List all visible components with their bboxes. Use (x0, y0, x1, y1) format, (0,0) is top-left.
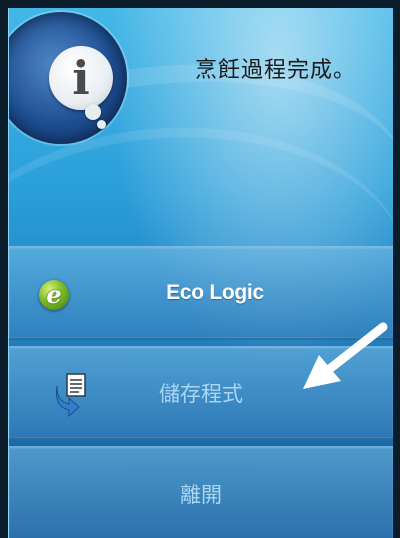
status-message: 烹飪過程完成。 (195, 58, 357, 83)
info-header: i 烹飪過程完成。 (9, 8, 393, 242)
info-icon: i (72, 51, 90, 105)
exit-label: 離開 (180, 483, 222, 507)
pointer-arrow-icon (303, 322, 388, 389)
bubble-tail (85, 104, 101, 120)
exit-button[interactable]: 離開 (9, 446, 393, 538)
dialog-screen: i 烹飪過程完成。 e Eco Logic 儲存程式 離開 (8, 8, 393, 538)
bubble-tail (97, 120, 106, 129)
